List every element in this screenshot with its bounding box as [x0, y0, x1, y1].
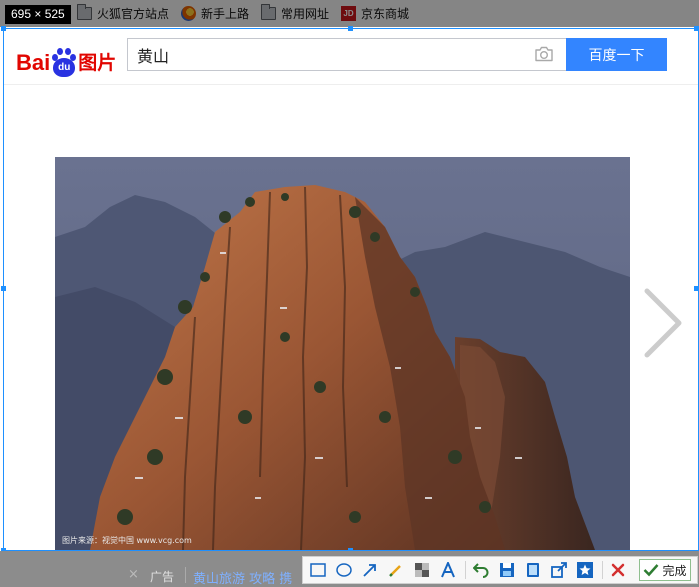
resize-handle[interactable]	[1, 286, 6, 291]
logo-bai-text: Bai	[16, 50, 51, 75]
search-button[interactable]: 百度一下	[566, 38, 667, 71]
image-credit: 图片来源：视觉中国 www.vcg.com	[62, 536, 192, 545]
logo-pic-text: 图片	[78, 52, 117, 74]
resize-handle[interactable]	[694, 26, 699, 31]
screenshot-toolbar: 完成	[302, 556, 698, 584]
check-icon	[643, 563, 659, 577]
ellipse-tool-icon[interactable]	[333, 559, 355, 581]
pin-icon[interactable]	[574, 559, 596, 581]
rectangle-tool-icon[interactable]	[307, 559, 329, 581]
main-image[interactable]: 图片来源：视觉中国 www.vcg.com	[55, 157, 630, 550]
selection-size-badge: 695 × 525	[5, 5, 71, 24]
copy-icon[interactable]	[522, 559, 544, 581]
logo-du-text: du	[53, 58, 76, 77]
undo-icon[interactable]	[470, 559, 492, 581]
ad-close-icon[interactable]: ×	[128, 567, 139, 582]
ad-label: 广告	[150, 570, 175, 584]
ad-link[interactable]: 黄山旅游 攻略 携	[193, 568, 292, 587]
search-box	[127, 38, 567, 71]
toolbar-separator	[602, 561, 603, 579]
toolbar-separator	[465, 561, 466, 579]
camera-icon[interactable]	[534, 45, 554, 63]
baidu-image-logo[interactable]: Bai du 图片	[16, 37, 116, 77]
text-tool-icon[interactable]	[437, 559, 459, 581]
save-icon[interactable]	[496, 559, 518, 581]
paw-icon: du	[51, 47, 77, 77]
ad-separator	[185, 567, 186, 583]
mosaic-tool-icon[interactable]	[411, 559, 433, 581]
mountain-photo	[55, 157, 630, 550]
arrow-tool-icon[interactable]	[359, 559, 381, 581]
search-input[interactable]	[128, 39, 528, 70]
done-button[interactable]: 完成	[639, 559, 691, 581]
resize-handle[interactable]	[348, 26, 353, 31]
share-icon[interactable]	[548, 559, 570, 581]
capture-region[interactable]: Bai du 图片 百度一下	[3, 28, 699, 551]
resize-handle[interactable]	[694, 286, 699, 291]
done-label: 完成	[662, 563, 687, 578]
brush-tool-icon[interactable]	[385, 559, 407, 581]
capture-dim-overlay	[0, 0, 699, 27]
header-divider	[4, 84, 698, 85]
cancel-icon[interactable]	[607, 559, 629, 581]
next-image-arrow-icon[interactable]	[641, 287, 685, 359]
resize-handle[interactable]	[1, 26, 6, 31]
